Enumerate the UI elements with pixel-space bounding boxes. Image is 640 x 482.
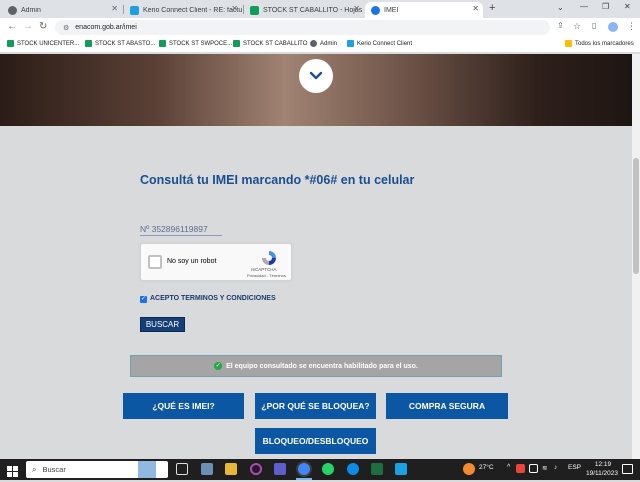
- page-title: Consultá tu IMEI marcando *#06# en tu ce…: [140, 173, 415, 187]
- cortana-icon[interactable]: [250, 463, 262, 475]
- search-highlight-image: [138, 461, 156, 478]
- sheets-icon: [159, 40, 166, 47]
- weather-icon[interactable]: [463, 463, 475, 475]
- globe-icon: [8, 5, 17, 15]
- speaker-icon[interactable]: ♪: [554, 464, 557, 471]
- restore-icon[interactable]: ❐: [602, 2, 609, 11]
- imei-input[interactable]: [140, 222, 222, 236]
- menu-icon[interactable]: ⋮: [627, 21, 636, 32]
- tab-strip: Admin ✕ Kerio Connect Client - RE: factu…: [0, 0, 640, 18]
- edge-icon[interactable]: [347, 463, 359, 475]
- chevron-down-icon: [309, 68, 323, 84]
- forward-icon[interactable]: →: [23, 21, 33, 32]
- kerio-icon: [347, 40, 354, 47]
- recaptcha-logo-icon: [261, 250, 277, 266]
- terms-label: ACEPTO TERMINOS Y CONDICIONES: [150, 295, 276, 302]
- close-window-icon[interactable]: ✕: [624, 2, 631, 11]
- close-icon[interactable]: ✕: [353, 4, 360, 13]
- kerio-icon[interactable]: [395, 463, 407, 475]
- sheets-icon: [85, 40, 92, 47]
- block-unblock-button[interactable]: BLOQUEO/DESBLOQUEO: [255, 428, 376, 454]
- enacom-icon: [371, 5, 380, 15]
- clock-date[interactable]: 19/11/2023: [585, 470, 619, 477]
- safe-purchase-button[interactable]: COMPRA SEGURA: [386, 393, 508, 419]
- tab-kerio[interactable]: Kerio Connect Client - RE: factu ✕: [124, 2, 242, 18]
- new-tab-button[interactable]: +: [489, 2, 495, 14]
- temperature[interactable]: 27°C: [479, 464, 494, 471]
- back-icon[interactable]: ←: [7, 21, 17, 32]
- close-icon[interactable]: ✕: [111, 4, 118, 13]
- file-explorer-icon[interactable]: [225, 463, 237, 475]
- excel-icon[interactable]: [371, 463, 383, 475]
- search-icon: ⌕: [32, 464, 37, 474]
- task-view-icon[interactable]: [176, 463, 188, 475]
- recaptcha-label: No soy un robot: [167, 258, 217, 265]
- terms-checkbox[interactable]: ✓: [140, 296, 147, 303]
- show-hidden-icons-icon[interactable]: ^: [507, 464, 510, 471]
- bookmark-stock-unicenter[interactable]: STOCK UNICENTER...: [7, 40, 79, 47]
- all-bookmarks[interactable]: Todos los marcadores: [565, 40, 634, 47]
- side-panel-icon[interactable]: ▯: [592, 21, 596, 30]
- why-blocked-button[interactable]: ¿POR QUÉ SE BLOQUEA?: [255, 393, 376, 419]
- sheets-icon: [250, 5, 259, 15]
- tab-stock-caballito[interactable]: STOCK ST CABALLITO - Hojas de ✕: [244, 2, 364, 18]
- check-circle-icon: ✓: [214, 362, 223, 370]
- page-scrollbar[interactable]: [632, 54, 640, 459]
- close-icon[interactable]: ✕: [231, 4, 238, 13]
- notifications-icon[interactable]: [622, 464, 633, 474]
- recaptcha-widget: No soy un robot reCAPTCHA Privacidad - T…: [140, 243, 292, 281]
- search-button[interactable]: BUSCAR: [140, 317, 185, 332]
- page-content: Consultá tu IMEI marcando *#06# en tu ce…: [0, 54, 632, 459]
- recaptcha-brand: reCAPTCHA: [251, 267, 277, 272]
- close-icon[interactable]: ✕: [472, 4, 479, 13]
- kerio-icon: [130, 5, 139, 15]
- profile-avatar[interactable]: [608, 22, 618, 32]
- bookmark-star-icon[interactable]: ☆: [573, 21, 581, 32]
- folder-icon: [565, 40, 572, 47]
- language-indicator[interactable]: ESP: [568, 464, 581, 471]
- tray-app-icon[interactable]: [516, 464, 525, 473]
- recaptcha-links[interactable]: Privacidad - Términos: [247, 273, 286, 278]
- sheets-icon: [233, 40, 240, 47]
- wifi-icon[interactable]: ≋: [542, 464, 547, 472]
- result-message: ✓ El equipo consultado se encuentra habi…: [130, 355, 502, 377]
- tab-imei[interactable]: IMEI ✕: [365, 2, 483, 18]
- recaptcha-checkbox[interactable]: [148, 255, 162, 269]
- globe-icon: [310, 40, 317, 47]
- bookmark-stock-caballito[interactable]: STOCK ST CABALLITO: [233, 40, 307, 47]
- what-is-imei-button[interactable]: ¿QUÉ ES IMEI?: [123, 393, 244, 419]
- sheets-icon: [7, 40, 14, 47]
- share-icon[interactable]: ⇪: [557, 21, 564, 30]
- whatsapp-icon[interactable]: [322, 463, 334, 475]
- bookmark-admin[interactable]: Admin: [310, 40, 337, 47]
- result-text: El equipo consultado se encuentra habili…: [226, 362, 418, 370]
- minimize-icon[interactable]: —: [580, 2, 588, 11]
- url-text: enacom.gob.ar/imei: [75, 24, 137, 31]
- bookmark-stock-swpoce[interactable]: STOCK ST SWPOCE...: [159, 40, 232, 47]
- bookmark-kerio[interactable]: Kerio Connect Client: [347, 40, 412, 47]
- clock-time[interactable]: 12:19: [591, 461, 615, 468]
- taskbar-search[interactable]: ⌕ Buscar: [26, 461, 168, 478]
- bookmarks-bar: STOCK UNICENTER... STOCK ST ABASTO... ST…: [0, 37, 640, 53]
- calculator-icon[interactable]: [201, 463, 213, 475]
- bookmark-stock-abasto[interactable]: STOCK ST ABASTO...: [85, 40, 155, 47]
- scroll-down-button[interactable]: [299, 59, 333, 93]
- teams-icon[interactable]: [274, 463, 286, 475]
- browser-toolbar: ← → ↻ ⚙ enacom.gob.ar/imei ⇪ ☆ ▯ ⋮: [0, 18, 640, 37]
- chrome-icon[interactable]: [298, 463, 310, 475]
- reload-icon[interactable]: ↻: [39, 21, 47, 32]
- scroll-thumb[interactable]: [633, 158, 639, 274]
- windows-start-icon[interactable]: [7, 464, 18, 482]
- tab-search-icon[interactable]: ⌄: [557, 3, 564, 12]
- network-icon[interactable]: [529, 464, 538, 473]
- address-bar[interactable]: ⚙ enacom.gob.ar/imei: [55, 20, 550, 35]
- taskbar: ⌕ Buscar 27°C ^ ≋ ♪ ESP 12:19 19/11/2023: [0, 459, 640, 480]
- site-info-icon[interactable]: ⚙: [63, 24, 69, 32]
- tab-admin[interactable]: Admin ✕: [2, 2, 122, 18]
- hero-image: [0, 54, 632, 126]
